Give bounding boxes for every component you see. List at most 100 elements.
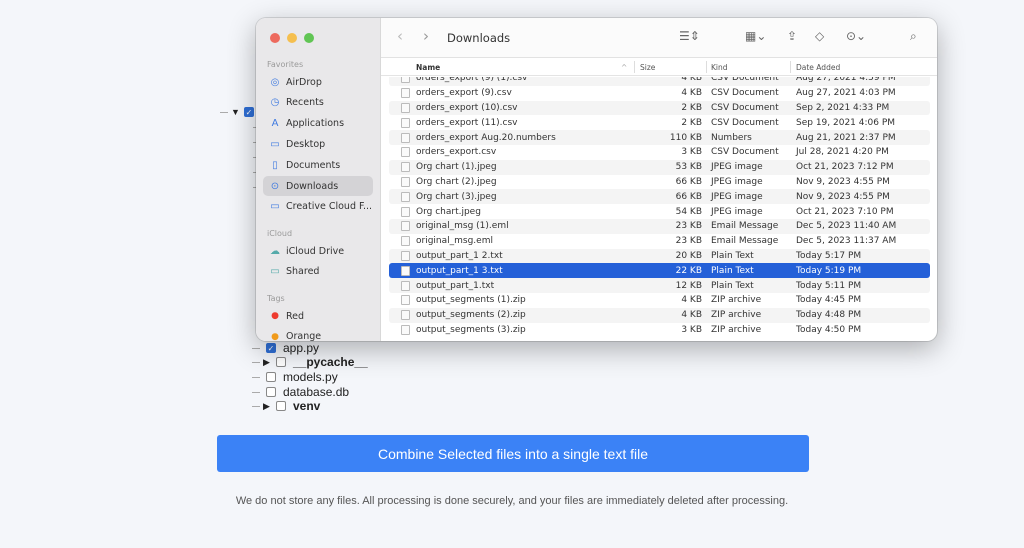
tree-item[interactable]: ▶ __pycache__ bbox=[252, 355, 368, 369]
expand-toggle-icon[interactable]: ▶ bbox=[263, 401, 273, 412]
tree-item-label: __pycache__ bbox=[293, 355, 368, 369]
expand-toggle-icon[interactable]: ▶ bbox=[263, 357, 273, 368]
file-size: 12 KB bbox=[676, 281, 702, 291]
sidebar-item-label: AirDrop bbox=[286, 77, 322, 88]
file-row[interactable]: orders_export (11).csv2 KBCSV DocumentSe… bbox=[389, 115, 930, 130]
column-name[interactable]: Name bbox=[416, 63, 440, 72]
file-row[interactable]: output_segments (3).zip3 KBZIP archiveTo… bbox=[389, 323, 930, 338]
minimize-window-button[interactable] bbox=[287, 33, 297, 43]
tree-connector bbox=[252, 348, 260, 349]
file-date-added: Today 5:11 PM bbox=[796, 281, 861, 291]
sidebar-item[interactable]: ☁iCloud Drive bbox=[263, 241, 373, 261]
file-kind: Plain Text bbox=[711, 251, 754, 261]
zoom-window-button[interactable] bbox=[304, 33, 314, 43]
file-checkbox[interactable]: ✓ bbox=[266, 343, 276, 353]
file-row[interactable]: orders_export Aug.20.numbers110 KBNumber… bbox=[389, 130, 930, 145]
tree-item-label: models.py bbox=[283, 370, 338, 384]
sidebar-item[interactable]: ◎AirDrop bbox=[263, 72, 373, 92]
folder-title: Downloads bbox=[447, 31, 510, 45]
sidebar-item[interactable]: ▭Creative Cloud F... bbox=[263, 197, 373, 217]
finder-sidebar: Favorites◎AirDrop◷RecentsAApplications▭D… bbox=[256, 18, 381, 341]
file-size: 53 KB bbox=[676, 162, 702, 172]
sidebar-item-label: Documents bbox=[286, 160, 340, 171]
file-icon bbox=[401, 325, 410, 335]
column-kind[interactable]: Kind bbox=[711, 63, 728, 72]
file-row[interactable]: orders_export (9) (1).csv4 KBCSV Documen… bbox=[389, 77, 930, 86]
file-checkbox[interactable] bbox=[266, 387, 276, 397]
file-size: 4 KB bbox=[681, 295, 702, 305]
download-icon: ⊙ bbox=[269, 181, 281, 192]
file-row[interactable]: orders_export (10).csv2 KBCSV DocumentSe… bbox=[389, 101, 930, 116]
file-row[interactable]: orders_export.csv3 KBCSV DocumentJul 28,… bbox=[389, 145, 930, 160]
sidebar-tag[interactable]: ●Red bbox=[263, 306, 373, 326]
sidebar-tag[interactable]: ●Orange bbox=[263, 327, 373, 341]
tree-item[interactable]: database.db bbox=[252, 385, 349, 399]
file-icon bbox=[401, 162, 410, 172]
file-row[interactable]: output_segments (2).zip4 KBZIP archiveTo… bbox=[389, 308, 930, 323]
forward-button[interactable]: › bbox=[423, 27, 429, 45]
file-row[interactable]: Org chart.jpeg54 KBJPEG imageOct 21, 202… bbox=[389, 204, 930, 219]
file-row[interactable]: orders_export (9).csv4 KBCSV DocumentAug… bbox=[389, 86, 930, 101]
sidebar-item[interactable]: ▭Desktop bbox=[263, 134, 373, 154]
file-name: output_segments (3).zip bbox=[416, 325, 526, 335]
file-date-added: Aug 27, 2021 4:59 PM bbox=[796, 77, 896, 83]
column-size[interactable]: Size bbox=[640, 63, 655, 72]
sidebar-item[interactable]: ▯Documents bbox=[263, 155, 373, 175]
tree-item[interactable]: models.py bbox=[252, 370, 338, 384]
file-row[interactable]: output_part_1.txt12 KBPlain TextToday 5:… bbox=[389, 278, 930, 293]
file-row[interactable]: Org chart (2).jpeg66 KBJPEG imageNov 9, … bbox=[389, 175, 930, 190]
tree-item[interactable]: ✓app.py bbox=[252, 341, 319, 355]
file-date-added: Dec 5, 2023 11:40 AM bbox=[796, 221, 896, 231]
sidebar-item[interactable]: ⊙Downloads bbox=[263, 176, 373, 196]
file-checkbox[interactable] bbox=[276, 401, 286, 411]
file-row[interactable]: output_part_1 3.txt22 KBPlain TextToday … bbox=[389, 263, 930, 278]
file-date-added: Sep 2, 2021 4:33 PM bbox=[796, 103, 889, 113]
file-icon bbox=[401, 118, 410, 128]
file-kind: CSV Document bbox=[711, 103, 779, 113]
file-kind: Plain Text bbox=[711, 266, 754, 276]
tag-icon[interactable]: ◇ bbox=[815, 29, 824, 43]
column-header: Name ^ Size Kind Date Added bbox=[381, 58, 937, 76]
file-name: output_segments (2).zip bbox=[416, 310, 526, 320]
combine-files-button[interactable]: Combine Selected files into a single tex… bbox=[217, 435, 809, 472]
file-kind: JPEG image bbox=[711, 177, 763, 187]
list-view-icon[interactable]: ☰⇕ bbox=[679, 29, 700, 43]
file-checkbox[interactable] bbox=[266, 372, 276, 382]
file-size: 66 KB bbox=[676, 177, 702, 187]
file-date-added: Today 4:48 PM bbox=[796, 310, 861, 320]
tree-item[interactable]: ▶venv bbox=[252, 399, 320, 413]
file-kind: Plain Text bbox=[711, 281, 754, 291]
file-kind: CSV Document bbox=[711, 88, 779, 98]
more-actions-icon[interactable]: ⊙⌄ bbox=[846, 29, 866, 43]
sidebar-item[interactable]: AApplications bbox=[263, 114, 373, 134]
file-icon bbox=[401, 310, 410, 320]
group-grid-icon[interactable]: ▦⌄ bbox=[745, 29, 766, 43]
file-kind: Email Message bbox=[711, 221, 778, 231]
file-checkbox[interactable]: ✓ bbox=[244, 107, 254, 117]
sidebar-item[interactable]: ◷Recents bbox=[263, 93, 373, 113]
sidebar-item[interactable]: ▭Shared bbox=[263, 262, 373, 282]
file-checkbox[interactable] bbox=[276, 357, 286, 367]
file-row[interactable]: Org chart (1).jpeg53 KBJPEG imageOct 21,… bbox=[389, 160, 930, 175]
tree-item[interactable]: ▼✓ bbox=[220, 105, 261, 119]
file-row[interactable]: original_msg.eml23 KBEmail MessageDec 5,… bbox=[389, 234, 930, 249]
file-name: output_part_1 3.txt bbox=[416, 266, 503, 276]
file-row[interactable]: Org chart (3).jpeg66 KBJPEG imageNov 9, … bbox=[389, 189, 930, 204]
file-icon bbox=[401, 133, 410, 143]
file-date-added: Oct 21, 2023 7:12 PM bbox=[796, 162, 894, 172]
share-icon[interactable]: ⇪ bbox=[787, 29, 797, 43]
tree-connector bbox=[252, 406, 260, 407]
close-window-button[interactable] bbox=[270, 33, 280, 43]
file-row[interactable]: original_msg (1).eml23 KBEmail MessageDe… bbox=[389, 219, 930, 234]
column-date-added[interactable]: Date Added bbox=[796, 63, 840, 72]
tree-item-label: database.db bbox=[283, 385, 349, 399]
search-icon[interactable]: ⌕ bbox=[910, 29, 917, 44]
file-icon bbox=[401, 236, 410, 246]
file-row[interactable]: output_part_1 2.txt20 KBPlain TextToday … bbox=[389, 249, 930, 264]
file-kind: CSV Document bbox=[711, 147, 779, 157]
tree-connector bbox=[252, 377, 260, 378]
file-row[interactable]: output_segments (1).zip4 KBZIP archiveTo… bbox=[389, 293, 930, 308]
file-size: 20 KB bbox=[676, 251, 702, 261]
back-button[interactable]: ‹ bbox=[397, 27, 403, 45]
expand-toggle-icon[interactable]: ▼ bbox=[231, 107, 241, 117]
